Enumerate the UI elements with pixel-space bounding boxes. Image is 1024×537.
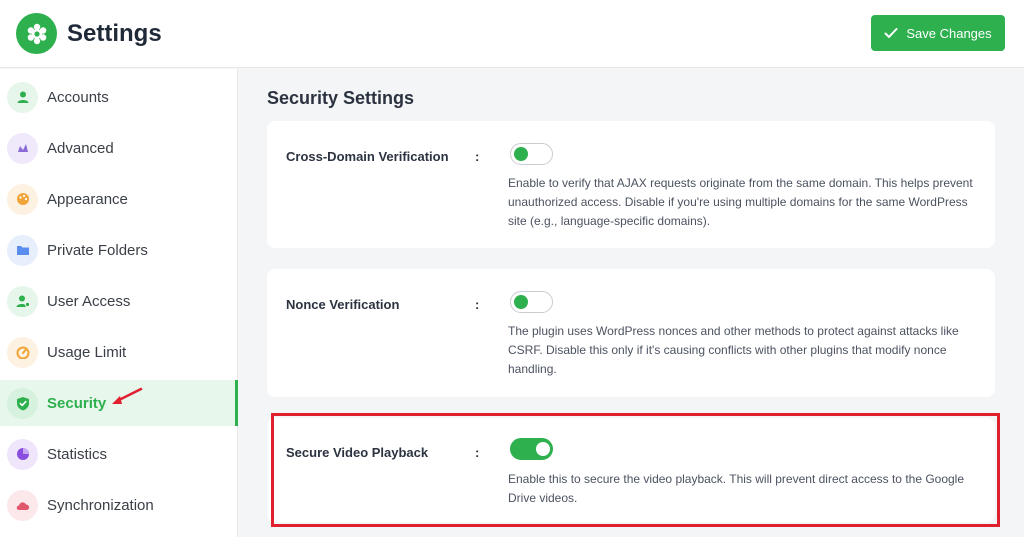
sidebar-item-usage-limit[interactable]: Usage Limit (0, 329, 238, 375)
option-description: Enable to verify that AJAX requests orig… (508, 176, 973, 228)
toggle-knob (514, 147, 528, 161)
sidebar-item-appearance[interactable]: Appearance (0, 176, 238, 222)
sidebar-item-advanced[interactable]: Advanced (0, 125, 238, 171)
check-icon (884, 28, 898, 38)
toggle-knob (514, 295, 528, 309)
option-colon: : (475, 297, 480, 312)
shield-icon (7, 387, 38, 419)
sidebar-item-label: Appearance (47, 190, 128, 208)
option-card-nonce: Nonce Verification : The plugin uses Wor… (267, 269, 995, 397)
option-label: Nonce Verification (286, 297, 400, 312)
option-label: Cross-Domain Verification (286, 149, 449, 164)
sidebar-item-user-access[interactable]: User Access (0, 278, 238, 324)
app-header: Settings Save Changes (0, 0, 1024, 68)
page-title: Settings (67, 20, 162, 47)
option-description: The plugin uses WordPress nonces and oth… (508, 324, 959, 376)
save-changes-button[interactable]: Save Changes (871, 15, 1005, 51)
user-access-icon (7, 285, 38, 317)
sidebar-item-label: Synchronization (47, 496, 154, 514)
palette-icon (7, 183, 38, 215)
sidebar-item-label: Private Folders (47, 241, 148, 259)
cloud-sync-icon (7, 489, 38, 521)
sidebar: Accounts Advanced Appearance Private Fol… (0, 69, 238, 537)
sidebar-item-label: User Access (47, 292, 131, 310)
cross-domain-toggle[interactable] (510, 143, 553, 165)
tuning-icon (7, 132, 38, 164)
app-logo (16, 13, 57, 54)
sidebar-item-label: Security (47, 394, 107, 412)
save-changes-label: Save Changes (906, 25, 992, 41)
user-icon (7, 81, 38, 113)
sidebar-item-private-folders[interactable]: Private Folders (0, 227, 238, 273)
sidebar-item-label: Accounts (47, 88, 109, 106)
highlight-box (271, 413, 1000, 527)
sidebar-item-label: Usage Limit (47, 343, 127, 361)
limit-icon (7, 336, 38, 368)
sidebar-item-synchronization[interactable]: Synchronization (0, 482, 238, 528)
annotation-arrow-icon (112, 387, 143, 404)
folder-icon (7, 234, 38, 266)
option-colon: : (475, 149, 480, 164)
sidebar-item-label: Statistics (47, 445, 108, 463)
sidebar-item-accounts[interactable]: Accounts (0, 74, 238, 120)
sidebar-item-label: Advanced (47, 139, 114, 157)
section-title: Security Settings (267, 88, 415, 108)
gear-icon (27, 23, 46, 44)
nonce-verification-toggle[interactable] (510, 291, 553, 313)
sidebar-item-statistics[interactable]: Statistics (0, 431, 238, 477)
pie-chart-icon (7, 438, 38, 470)
option-card-cross-domain: Cross-Domain Verification : Enable to ve… (267, 121, 995, 248)
